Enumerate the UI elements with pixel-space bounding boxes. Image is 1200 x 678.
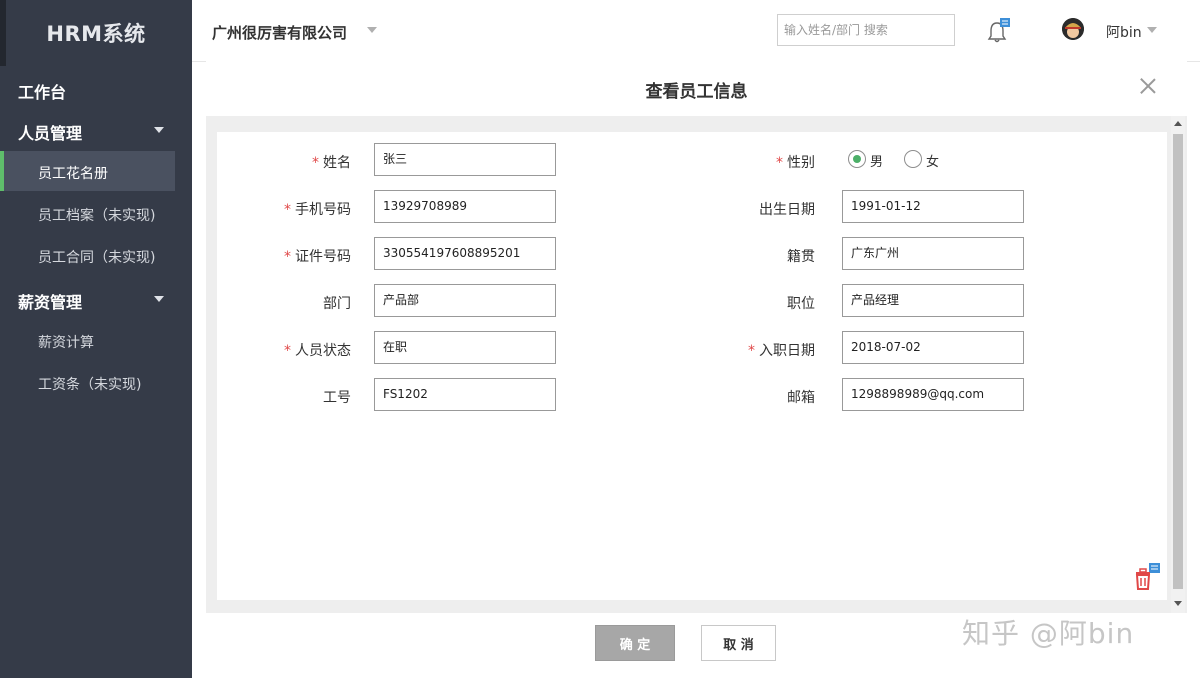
sidebar-item-workbench[interactable]: 工作台 [18, 79, 66, 103]
birthdate-field[interactable]: 1991-01-12 [842, 190, 1024, 223]
gender-option-label: 男 [870, 155, 884, 170]
avatar[interactable] [1062, 18, 1084, 40]
sidebar-item-label: 薪资计算 [38, 335, 94, 351]
field-label-hometown: 籍贯 [787, 249, 815, 265]
employee-id-field[interactable]: FS1202 [374, 378, 556, 411]
field-label-phone: * 手机号码 [284, 202, 351, 218]
sidebar-item-payslip[interactable]: 工资条（未实现) [0, 362, 175, 402]
cancel-button[interactable]: 取 消 [701, 625, 776, 661]
confirm-button[interactable]: 确 定 [595, 625, 675, 661]
sidebar-item-label: 员工花名册 [38, 166, 108, 182]
sidebar-group-salary[interactable]: 薪资管理 [0, 285, 192, 315]
field-label-name: * 姓名 [312, 155, 351, 171]
sidebar-item-label: 工资条（未实现) [38, 377, 142, 393]
chevron-down-icon [154, 296, 164, 302]
field-label-department: 部门 [323, 296, 351, 312]
sidebar-item-salary-calc[interactable]: 薪资计算 [0, 320, 175, 360]
name-field[interactable]: 张三 [374, 143, 556, 176]
id-number-field[interactable]: 330554197608895201 [374, 237, 556, 270]
sidebar-item-employee-contract[interactable]: 员工合同（未实现) [0, 235, 175, 275]
active-indicator [0, 151, 4, 191]
field-label-birthdate: 出生日期 [759, 202, 815, 218]
search-input[interactable] [777, 14, 955, 46]
gender-radio-female[interactable] [904, 150, 922, 168]
sidebar-item-label: 员工合同（未实现) [38, 250, 156, 266]
sidebar-group-personnel[interactable]: 人员管理 [0, 116, 192, 146]
sidebar-item-employee-roster[interactable]: 员工花名册 [0, 151, 175, 191]
trash-icon[interactable] [1133, 563, 1161, 591]
sidebar-item-employee-archive[interactable]: 员工档案（未实现) [0, 193, 175, 233]
field-label-hire-date: * 入职日期 [748, 343, 815, 359]
scrollbar[interactable] [1171, 116, 1185, 613]
email-field[interactable]: 1298898989@qq.com [842, 378, 1024, 411]
field-label-status: * 人员状态 [284, 343, 351, 359]
bell-icon[interactable] [987, 18, 1011, 44]
top-header: 广州很厉害有限公司 阿bin [192, 0, 1200, 62]
employee-info-dialog: 查看员工信息 * 姓名 张三 * 手机号码 13929708989 * 证件号码 33… [206, 60, 1187, 678]
sidebar: HRM系统 工作台 人员管理 员工花名册 员工档案（未实现) 员工合同（未实现)… [0, 0, 192, 678]
field-label-employee-id: 工号 [323, 390, 351, 406]
chevron-down-icon [154, 127, 164, 133]
dialog-body: * 姓名 张三 * 手机号码 13929708989 * 证件号码 330554197… [206, 116, 1187, 613]
field-label-id-number: * 证件号码 [284, 249, 351, 265]
phone-field[interactable]: 13929708989 [374, 190, 556, 223]
hire-date-field[interactable]: 2018-07-02 [842, 331, 1024, 364]
gender-option-label: 女 [926, 155, 940, 170]
username[interactable]: 阿bin [1106, 22, 1142, 42]
field-label-position: 职位 [787, 296, 815, 312]
sidebar-group-label: 薪资管理 [18, 293, 83, 312]
field-label-email: 邮箱 [787, 390, 815, 406]
scroll-up-icon[interactable] [1174, 121, 1182, 126]
app-brand: HRM系统 [46, 22, 146, 46]
field-label-gender: * 性别 [776, 155, 815, 171]
scrollbar-thumb[interactable] [1173, 134, 1183, 589]
watermark: 知乎 @阿bin [962, 617, 1135, 650]
scroll-down-icon[interactable] [1174, 601, 1182, 606]
close-icon[interactable] [1136, 74, 1160, 98]
position-field[interactable]: 产品经理 [842, 284, 1024, 317]
employee-form: * 姓名 张三 * 手机号码 13929708989 * 证件号码 330554197… [217, 132, 1167, 600]
status-field[interactable]: 在职 [374, 331, 556, 364]
chevron-down-icon[interactable] [367, 27, 377, 33]
gender-radio-male[interactable] [848, 150, 866, 168]
chevron-down-icon[interactable] [1147, 27, 1157, 33]
sidebar-group-label: 人员管理 [18, 124, 83, 143]
dialog-title: 查看员工信息 [645, 82, 748, 102]
company-selector[interactable]: 广州很厉害有限公司 [212, 22, 347, 43]
sidebar-item-label: 员工档案（未实现) [38, 208, 156, 224]
hometown-field[interactable]: 广东广州 [842, 237, 1024, 270]
department-field[interactable]: 产品部 [374, 284, 556, 317]
